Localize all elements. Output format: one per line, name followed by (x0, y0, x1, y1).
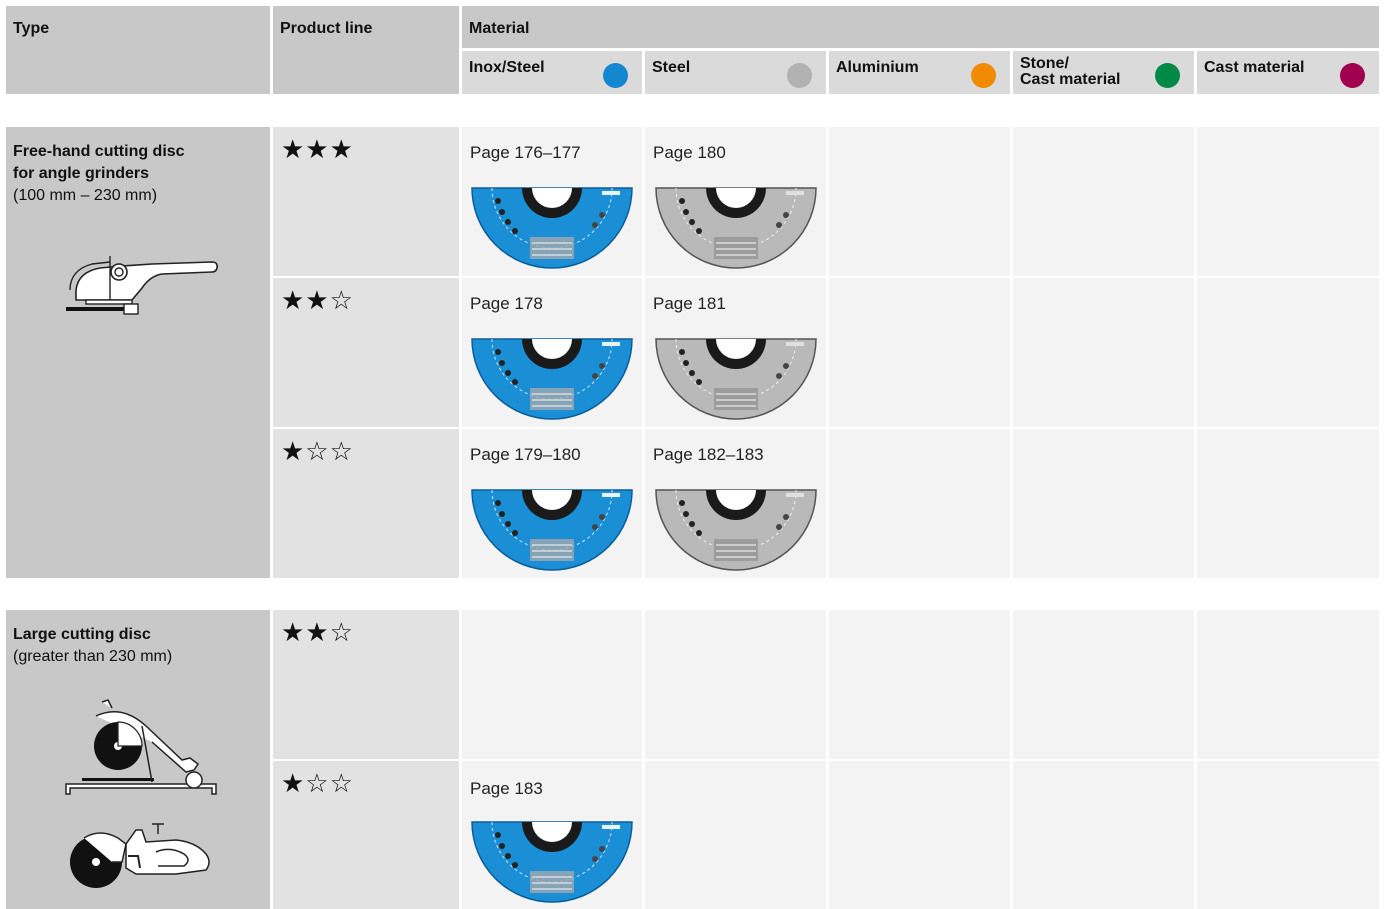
page-reference-link[interactable]: Page 183 (470, 779, 543, 799)
product-cell-aluminium (829, 610, 1010, 759)
product-cell-inox-steel (462, 610, 642, 759)
grey-cutting-disc-image (655, 187, 817, 269)
product-cell-aluminium (829, 127, 1010, 276)
page-reference-link[interactable]: Page 181 (653, 294, 726, 314)
product-line-cell: ★☆☆ (273, 761, 459, 909)
product-cell-steel[interactable]: Page 180 (645, 127, 826, 276)
grey-cutting-disc-image (655, 489, 817, 571)
blue-cutting-disc-image (471, 821, 633, 903)
product-cell-stone-cast (1013, 610, 1194, 759)
product-cell-stone-cast (1013, 761, 1194, 909)
product-line-cell: ★★★ (273, 127, 459, 276)
product-cell-steel[interactable]: Page 182–183 (645, 429, 826, 578)
material-label: Steel (652, 59, 691, 76)
product-cell-inox-steel[interactable]: Page 183 (462, 761, 642, 909)
page-reference-link[interactable]: Page 182–183 (653, 445, 764, 465)
aluminium-color-dot (971, 63, 996, 88)
product-cell-cast-material (1197, 278, 1379, 427)
rating-stars: ★☆☆ (281, 769, 354, 799)
grey-cutting-disc-image (655, 338, 817, 420)
product-cell-cast-material (1197, 429, 1379, 578)
page-reference-link[interactable]: Page 178 (470, 294, 543, 314)
header-type-cell: Type (6, 6, 270, 94)
product-line-cell: ★★☆ (273, 610, 459, 759)
product-cell-steel[interactable]: Page 181 (645, 278, 826, 427)
type-cell-free-hand: Free-hand cutting disc for angle grinder… (6, 127, 270, 578)
product-selection-table: Type Product line Material Inox/Steel St… (0, 0, 1386, 909)
product-cell-stone-cast (1013, 127, 1194, 276)
product-cell-inox-steel[interactable]: Page 179–180 (462, 429, 642, 578)
type-cell-large: Large cutting disc (greater than 230 mm) (6, 610, 270, 909)
header-type-label: Type (13, 20, 50, 37)
type-size-range: (greater than 230 mm) (13, 648, 173, 665)
product-cell-cast-material (1197, 610, 1379, 759)
product-cell-aluminium (829, 278, 1010, 427)
blue-cutting-disc-image (471, 187, 633, 269)
header-material-cell: Material (462, 6, 1379, 48)
chop-saw-icon (65, 699, 217, 795)
product-cell-stone-cast (1013, 429, 1194, 578)
type-name-line2: for angle grinders (13, 165, 150, 182)
product-cell-steel (645, 610, 826, 759)
product-cell-cast-material (1197, 761, 1379, 909)
header-material-label: Material (469, 20, 530, 37)
type-name: Large cutting disc (13, 626, 151, 643)
rating-stars: ★☆☆ (281, 437, 354, 467)
cut-off-saw-icon (70, 823, 210, 888)
steel-color-dot (787, 63, 812, 88)
page-reference-link[interactable]: Page 180 (653, 143, 726, 163)
product-cell-aluminium (829, 761, 1010, 909)
material-label: Aluminium (836, 59, 919, 76)
material-label: Cast material (1204, 59, 1305, 76)
product-cell-inox-steel[interactable]: Page 176–177 (462, 127, 642, 276)
material-header-stone-cast: Stone/ Cast material (1013, 51, 1194, 94)
product-line-cell: ★★☆ (273, 278, 459, 427)
type-name-line1: Free-hand cutting disc (13, 143, 185, 160)
page-reference-link[interactable]: Page 179–180 (470, 445, 581, 465)
product-cell-aluminium (829, 429, 1010, 578)
product-cell-stone-cast (1013, 278, 1194, 427)
blue-cutting-disc-image (471, 338, 633, 420)
material-label: Inox/Steel (469, 59, 545, 76)
material-label: Stone/ Cast material (1020, 55, 1121, 88)
material-header-inox-steel: Inox/Steel (462, 51, 642, 94)
rating-stars: ★★☆ (281, 286, 354, 316)
type-size-range: (100 mm – 230 mm) (13, 187, 158, 204)
product-cell-cast-material (1197, 127, 1379, 276)
angle-grinder-icon (66, 256, 218, 315)
rating-stars: ★★☆ (281, 618, 354, 648)
material-header-aluminium: Aluminium (829, 51, 1010, 94)
product-cell-inox-steel[interactable]: Page 178 (462, 278, 642, 427)
rating-stars: ★★★ (281, 135, 354, 165)
product-line-cell: ★☆☆ (273, 429, 459, 578)
material-header-cast-material: Cast material (1197, 51, 1379, 94)
blue-cutting-disc-image (471, 489, 633, 571)
stone-cast-color-dot (1155, 63, 1180, 88)
page-reference-link[interactable]: Page 176–177 (470, 143, 581, 163)
header-product-line-label: Product line (280, 20, 373, 37)
header-product-line-cell: Product line (273, 6, 459, 94)
product-cell-steel (645, 761, 826, 909)
cast-material-color-dot (1340, 63, 1365, 88)
material-header-steel: Steel (645, 51, 826, 94)
inox-steel-color-dot (603, 63, 628, 88)
